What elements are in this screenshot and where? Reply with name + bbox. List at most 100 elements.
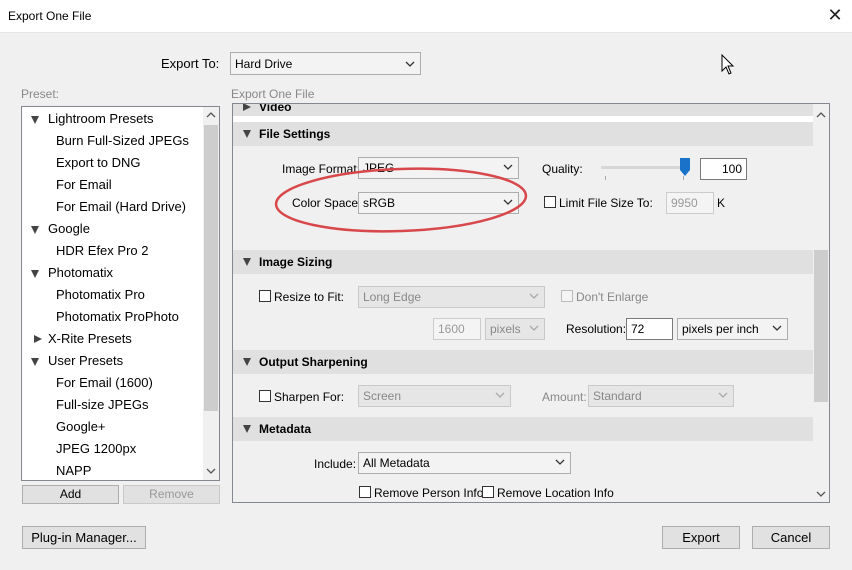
preset-list[interactable]: Lightroom Presets Burn Full-Sized JPEGs Ex… <box>21 106 220 481</box>
plugin-manager-button[interactable]: Plug-in Manager... <box>22 526 146 549</box>
preset-item[interactable]: Photomatix ProPhoto <box>22 306 202 328</box>
settings-panel: Video File Settings Image Format: JPEG Q… <box>232 103 830 503</box>
preset-item[interactable]: NAPP <box>22 460 202 480</box>
expand-right-icon[interactable] <box>34 335 42 343</box>
preset-item[interactable]: Burn Full-Sized JPEGs <box>22 130 202 152</box>
size-unit-value: pixels <box>490 322 521 336</box>
preset-item[interactable]: For Email <box>22 174 202 196</box>
preset-item[interactable]: Google+ <box>22 416 202 438</box>
export-button[interactable]: Export <box>662 526 740 549</box>
collapse-down-icon[interactable] <box>31 226 39 234</box>
panel-scrollbar[interactable] <box>813 104 829 502</box>
preset-folder[interactable]: Lightroom Presets <box>22 108 202 130</box>
preset-item-label: Burn Full-Sized JPEGs <box>56 133 189 148</box>
preset-folder[interactable]: Google <box>22 218 202 240</box>
quality-input[interactable]: 100 <box>700 158 747 180</box>
preset-item[interactable]: Full-size JPEGs <box>22 394 202 416</box>
amount-value: Standard <box>593 389 642 403</box>
preset-item-label: NAPP <box>56 463 92 478</box>
limit-file-size-input[interactable]: 9950 <box>666 192 714 214</box>
preset-item[interactable]: For Email (1600) <box>22 372 202 394</box>
quality-slider-track[interactable] <box>601 166 685 169</box>
section-image-sizing-title: Image Sizing <box>259 255 333 269</box>
scroll-up-icon[interactable] <box>816 111 826 119</box>
preset-item-label: JPEG 1200px <box>56 441 137 456</box>
dont-enlarge-checkbox[interactable] <box>561 290 573 302</box>
slider-tick <box>605 176 606 180</box>
chevron-down-icon <box>718 392 728 398</box>
section-video-title: Video <box>259 103 292 114</box>
section-output-sharpening[interactable]: Output Sharpening <box>233 350 813 374</box>
quality-slider-thumb[interactable] <box>680 158 690 176</box>
preset-item[interactable]: JPEG 1200px <box>22 438 202 460</box>
preset-item[interactable]: Export to DNG <box>22 152 202 174</box>
preset-folder[interactable]: X-Rite Presets <box>22 328 202 350</box>
preset-label: Preset: <box>21 87 60 101</box>
limit-file-size-checkbox[interactable] <box>544 196 556 208</box>
sharpen-for-select[interactable]: Screen <box>358 385 511 407</box>
preset-item-label: Full-size JPEGs <box>56 397 149 412</box>
limit-unit-label: K <box>717 196 726 210</box>
preset-item[interactable]: HDR Efex Pro 2 <box>22 240 202 262</box>
section-image-sizing[interactable]: Image Sizing <box>233 250 813 274</box>
dont-enlarge-label: Don't Enlarge <box>576 290 649 304</box>
resolution-unit-select[interactable]: pixels per inch <box>677 318 788 340</box>
collapse-down-icon <box>243 358 251 366</box>
preset-item-label: For Email (Hard Drive) <box>56 199 187 214</box>
preset-folder[interactable]: User Presets <box>22 350 202 372</box>
chevron-down-icon <box>405 61 415 67</box>
preset-item[interactable]: For Email (Hard Drive) <box>22 196 202 218</box>
sharpen-for-checkbox[interactable] <box>259 390 271 402</box>
remove-location-info-label: Remove Location Info <box>497 486 614 500</box>
scroll-down-icon[interactable] <box>816 490 826 498</box>
chevron-down-icon <box>772 325 782 331</box>
remove-person-info-checkbox[interactable] <box>359 486 371 498</box>
mouse-cursor-icon <box>721 54 735 75</box>
section-metadata[interactable]: Metadata <box>233 417 813 441</box>
scroll-up-icon[interactable] <box>206 111 216 119</box>
section-file-settings[interactable]: File Settings <box>233 122 813 146</box>
resolution-input[interactable]: 72 <box>626 318 673 340</box>
size-unit-select[interactable]: pixels <box>485 318 545 340</box>
sharpen-for-label: Sharpen For: <box>274 390 345 404</box>
annotation-ellipse <box>274 167 528 233</box>
resolution-label: Resolution: <box>566 322 627 336</box>
chevron-down-icon <box>529 293 539 299</box>
export-to-select[interactable]: Hard Drive <box>230 52 421 75</box>
collapse-down-icon[interactable] <box>31 116 39 124</box>
resolution-unit-value: pixels per inch <box>682 322 759 336</box>
preset-item-label: X-Rite Presets <box>48 331 132 346</box>
preset-item-label: Google+ <box>56 419 106 434</box>
preset-item-label: For Email <box>56 177 112 192</box>
close-icon[interactable]: ✕ <box>822 4 848 26</box>
preset-item-label: Photomatix Pro <box>56 287 145 302</box>
panel-scroll-thumb[interactable] <box>814 250 828 402</box>
remove-person-info-label: Remove Person Info <box>374 486 484 500</box>
resize-to-fit-checkbox[interactable] <box>259 290 271 302</box>
remove-preset-button[interactable]: Remove <box>123 485 220 504</box>
preset-scroll-thumb[interactable] <box>204 125 218 411</box>
section-video[interactable]: Video <box>233 103 813 116</box>
expand-right-icon <box>243 104 251 111</box>
preset-folder[interactable]: Photomatix <box>22 262 202 284</box>
scroll-down-icon[interactable] <box>206 467 216 475</box>
cancel-button[interactable]: Cancel <box>752 526 830 549</box>
panel-label: Export One File <box>231 87 315 101</box>
resize-to-fit-select[interactable]: Long Edge <box>358 286 545 308</box>
include-select[interactable]: All Metadata <box>358 452 571 474</box>
preset-scrollbar[interactable] <box>203 107 219 480</box>
amount-select[interactable]: Standard <box>588 385 734 407</box>
collapse-down-icon[interactable] <box>31 270 39 278</box>
preset-item-label: For Email (1600) <box>56 375 153 390</box>
export-to-value: Hard Drive <box>235 57 293 71</box>
preset-item[interactable]: Photomatix Pro <box>22 284 202 306</box>
remove-location-info-checkbox[interactable] <box>482 486 494 498</box>
amount-label: Amount: <box>542 390 587 404</box>
size-input[interactable]: 1600 <box>433 318 481 340</box>
preset-item-label: User Presets <box>48 353 124 368</box>
quality-label: Quality: <box>542 162 583 176</box>
collapse-down-icon[interactable] <box>31 358 39 366</box>
preset-item-label: Photomatix <box>48 265 114 280</box>
add-preset-button[interactable]: Add <box>22 485 119 504</box>
chevron-down-icon <box>529 325 539 331</box>
